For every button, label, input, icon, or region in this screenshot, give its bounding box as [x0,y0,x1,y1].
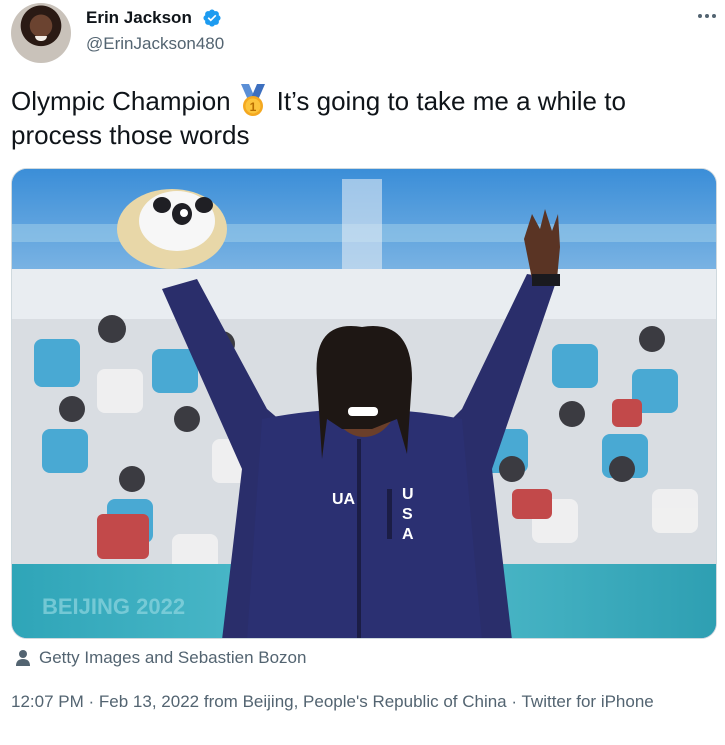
avatar-smile [35,36,47,41]
tweet-date[interactable]: Feb 13, 2022 [99,692,199,711]
tweet-text: Olympic Champion 1 It’s going to take me… [11,84,711,152]
photo-credit-text: Getty Images and Sebastien Bozon [39,648,307,667]
tweet-time[interactable]: 12:07 PM [11,692,84,711]
author-avatar[interactable] [11,3,71,63]
person-icon [16,650,30,666]
author-name[interactable]: Erin Jackson [86,7,192,29]
photo-illustration: BEIJING 2022 UA U S A [12,169,716,638]
tweet-location: from Beijing, People's Republic of China [203,692,507,711]
svg-text:BEIJING 2022: BEIJING 2022 [42,594,185,619]
author-handle[interactable]: @ErinJackson480 [86,33,224,55]
meta-separator: · [511,692,518,711]
tweet-source[interactable]: Twitter for iPhone [521,692,653,711]
photo-credit: Getty Images and Sebastien Bozon [14,647,306,669]
svg-text:S: S [402,506,413,523]
tweet-photo[interactable]: BEIJING 2022 UA U S A [11,168,717,639]
more-options-icon[interactable] [695,7,719,25]
svg-text:A: A [402,526,414,543]
svg-text:1: 1 [249,100,256,114]
tweet-text-part-1: Olympic Champion [11,86,231,116]
svg-text:UA: UA [332,491,356,508]
svg-text:U: U [402,486,414,503]
meta-separator: · [88,692,95,711]
tweet-meta: 12:07 PM · Feb 13, 2022 from Beijing, Pe… [11,690,711,714]
gold-medal-emoji-icon: 1 [240,84,265,116]
verified-badge-icon [203,9,221,27]
